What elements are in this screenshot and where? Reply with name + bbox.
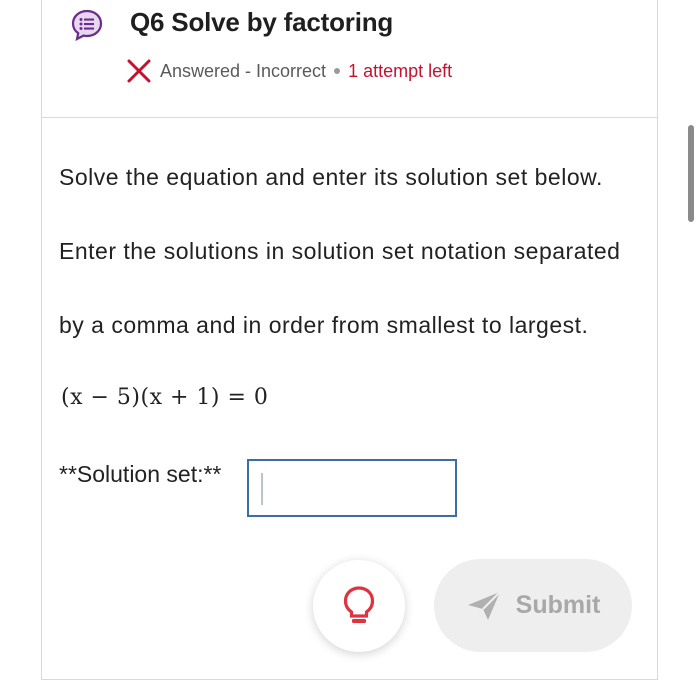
- submit-button[interactable]: Submit: [434, 559, 632, 652]
- lightbulb-icon: [343, 586, 375, 623]
- instruction-line-3: by a comma and in order from smallest to…: [59, 312, 589, 338]
- instruction-line-2: Enter the solutions in solution set nota…: [59, 238, 621, 264]
- incorrect-x-icon: [127, 59, 151, 83]
- question-title: Q6 Solve by factoring: [130, 7, 394, 37]
- question-header: Q6 Solve by factoring Answered - Incorre…: [42, 0, 657, 118]
- equation: (x − 5)(x + 1) = 0: [61, 385, 269, 410]
- question-list-icon: [71, 9, 103, 41]
- scrollbar[interactable]: [688, 125, 694, 222]
- send-icon: [467, 590, 501, 620]
- submit-label: Submit: [515, 591, 601, 619]
- hint-button[interactable]: [313, 560, 405, 652]
- separator-dot: [334, 68, 341, 74]
- text-caret: [261, 473, 263, 505]
- attempts-left: 1 attempt left: [348, 60, 453, 81]
- status-text: Answered - Incorrect: [160, 60, 327, 81]
- instruction-line-1: Solve the equation and enter its solutio…: [59, 164, 603, 190]
- status-row: Answered - Incorrect 1 attempt left: [126, 57, 452, 85]
- solution-set-label: **Solution set:**: [59, 461, 222, 487]
- solution-set-input[interactable]: [247, 459, 457, 517]
- question-card: Q6 Solve by factoring Answered - Incorre…: [41, 0, 658, 680]
